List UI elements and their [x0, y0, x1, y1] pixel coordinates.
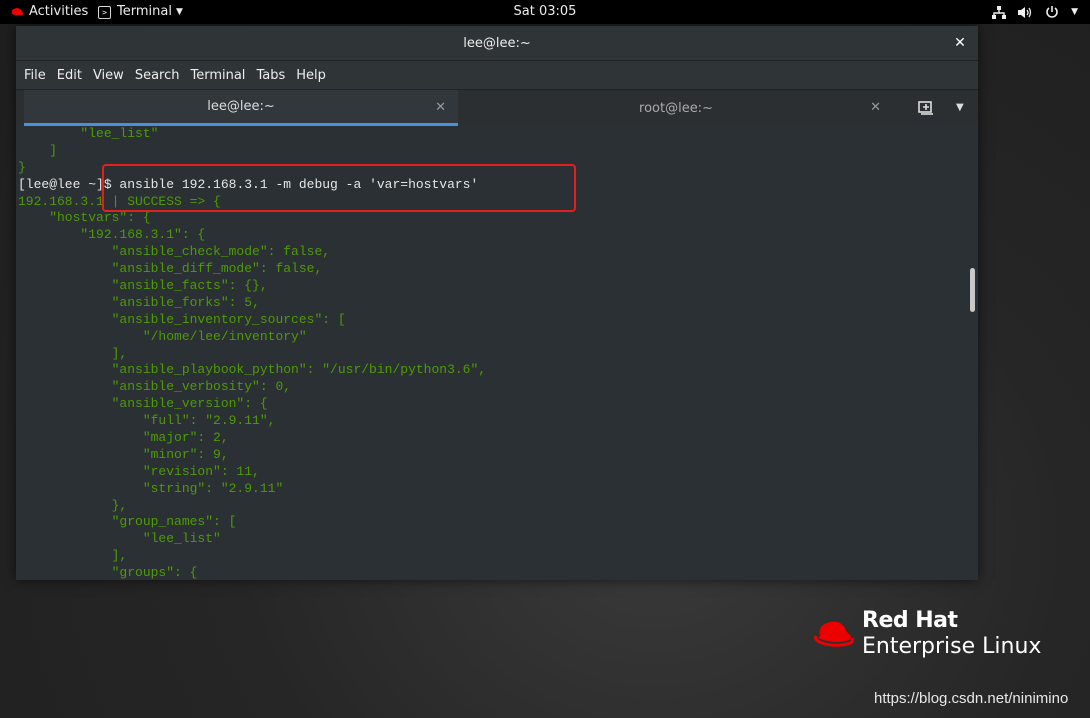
terminal-line: "ansible_verbosity": 0, — [18, 379, 292, 395]
terminal-line: "revision": 11, — [18, 463, 260, 479]
terminal-line: "full": "2.9.11", — [18, 413, 276, 429]
menu-tabs[interactable]: Tabs — [256, 68, 285, 83]
terminal-line: "groups": { — [18, 565, 198, 580]
close-button[interactable]: ✕ — [950, 33, 970, 53]
status-menu[interactable]: ▼ — [992, 0, 1078, 24]
terminal-line: ], — [18, 345, 128, 361]
tab-label: lee@lee:~ — [207, 99, 275, 114]
activities-label: Activities — [29, 4, 89, 19]
power-icon — [1046, 6, 1058, 18]
chevron-down-icon: ▼ — [175, 7, 183, 17]
menu-help[interactable]: Help — [296, 68, 326, 83]
terminal-line: "192.168.3.1": { — [18, 227, 206, 243]
app-name: Terminal — [117, 4, 172, 19]
tab-lee[interactable]: lee@lee:~ ✕ — [24, 90, 458, 126]
terminal-line: "minor": 9, — [18, 446, 229, 462]
terminal-line: "major": 2, — [18, 430, 229, 446]
menu-edit[interactable]: Edit — [57, 68, 82, 83]
terminal-line: ] — [18, 142, 58, 158]
terminal-line: "ansible_inventory_sources": [ — [18, 311, 346, 327]
clock[interactable]: Sat 03:05 — [514, 0, 577, 24]
brand-line1: Red Hat — [862, 608, 958, 633]
terminal-icon: > — [98, 5, 111, 19]
app-menu[interactable]: > Terminal ▼ — [98, 0, 183, 24]
close-icon[interactable]: ✕ — [435, 100, 446, 115]
highlight-box — [102, 164, 576, 212]
terminal-line: ], — [18, 548, 128, 564]
chevron-down-icon[interactable]: ▼ — [956, 102, 964, 113]
brand-line2: Enterprise Linux — [862, 634, 1042, 659]
menu-terminal[interactable]: Terminal — [190, 68, 245, 83]
redhat-logo-icon — [11, 8, 24, 16]
top-bar: Activities > Terminal ▼ Sat 03:05 ▼ — [0, 0, 1090, 24]
terminal-line: "ansible_forks": 5, — [18, 294, 260, 310]
menu-search[interactable]: Search — [135, 68, 180, 83]
tab-bar: lee@lee:~ ✕ root@lee:~ ✕ ▼ — [16, 90, 978, 127]
terminal-line: "ansible_version": { — [18, 396, 268, 412]
menu-file[interactable]: File — [24, 68, 46, 83]
scrollbar-thumb[interactable] — [970, 268, 975, 312]
scrollbar[interactable] — [966, 126, 978, 580]
terminal-line: "ansible_playbook_python": "/usr/bin/pyt… — [18, 362, 487, 378]
window-title: lee@lee:~ — [463, 35, 531, 51]
network-icon — [992, 5, 1007, 19]
redhat-branding: Red Hat Enterprise Linux — [812, 608, 1041, 660]
close-icon: ✕ — [954, 35, 966, 51]
chevron-down-icon: ▼ — [1071, 7, 1078, 17]
terminal-line: "group_names": [ — [18, 514, 237, 530]
volume-icon — [1018, 6, 1032, 18]
terminal-line: "lee_list" — [18, 126, 159, 141]
close-icon[interactable]: ✕ — [870, 100, 881, 115]
terminal-line: "lee_list" — [18, 531, 221, 547]
terminal-line: "ansible_check_mode": false, — [18, 244, 331, 260]
terminal-line: "string": "2.9.11" — [18, 480, 284, 496]
terminal-window: lee@lee:~ ✕ File Edit View Search Termin… — [16, 26, 978, 580]
terminal-line: }, — [18, 497, 128, 513]
new-tab-icon[interactable] — [918, 100, 934, 116]
window-titlebar[interactable]: lee@lee:~ ✕ — [16, 26, 978, 61]
terminal-line: "ansible_diff_mode": false, — [18, 261, 323, 277]
redhat-logo-icon — [814, 621, 854, 647]
terminal-line: "hostvars": { — [18, 210, 151, 226]
menu-bar: File Edit View Search Terminal Tabs Help — [16, 61, 978, 90]
activities-button[interactable]: Activities — [10, 0, 88, 24]
terminal-line: "ansible_facts": {}, — [18, 278, 268, 294]
menu-view[interactable]: View — [93, 68, 124, 83]
tab-label: root@lee:~ — [639, 100, 713, 116]
terminal-line: "/home/lee/inventory" — [18, 328, 307, 344]
tab-root[interactable]: root@lee:~ ✕ — [459, 90, 893, 126]
watermark: https://blog.csdn.net/ninimino — [874, 690, 1069, 707]
